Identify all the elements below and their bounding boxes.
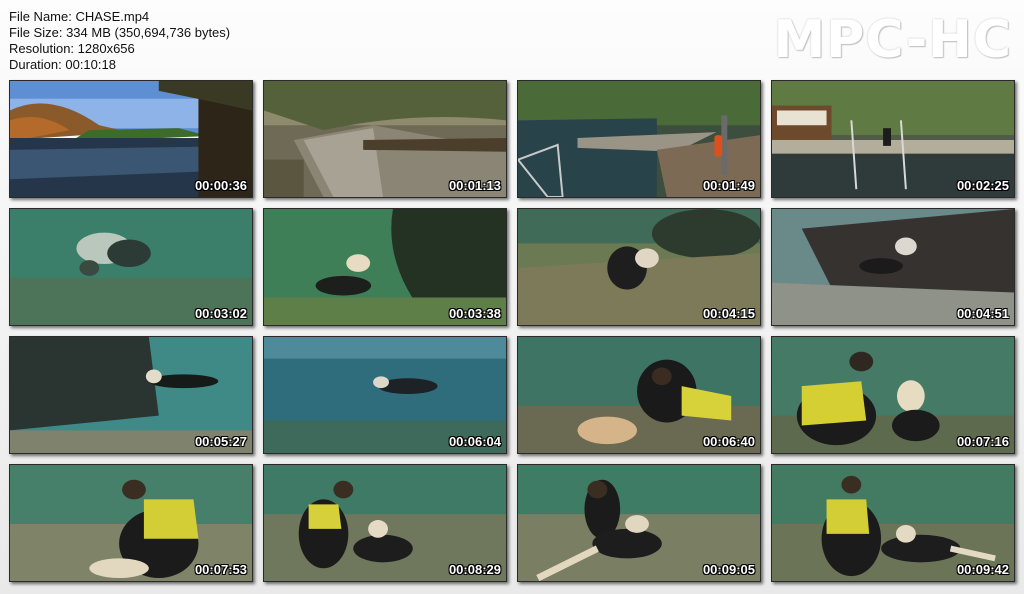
timestamp-label: 00:06:40 bbox=[702, 434, 755, 449]
timestamp-label: 00:01:13 bbox=[448, 178, 501, 193]
timestamp-label: 00:03:38 bbox=[448, 306, 501, 321]
thumbnail-spring-pool[interactable]: 00:01:49 bbox=[517, 80, 761, 198]
thumbnail-underwater-4[interactable]: 00:04:51 bbox=[771, 208, 1015, 326]
timestamp-label: 00:08:29 bbox=[448, 562, 501, 577]
file-info-panel: File Name: CHASE.mp4 File Size: 334 MB (… bbox=[9, 9, 230, 73]
timestamp-label: 00:09:05 bbox=[702, 562, 755, 577]
timestamp-label: 00:04:51 bbox=[956, 306, 1009, 321]
timestamp-label: 00:03:02 bbox=[194, 306, 247, 321]
file-name-line: File Name: CHASE.mp4 bbox=[9, 9, 150, 24]
thumbnail-underwater-1[interactable]: 00:03:02 bbox=[9, 208, 253, 326]
timestamp-label: 00:00:36 bbox=[194, 178, 247, 193]
thumbnail-boardwalk[interactable]: 00:01:13 bbox=[263, 80, 507, 198]
file-size-line: File Size: 334 MB (350,694,736 bytes) bbox=[9, 25, 231, 40]
timestamp-label: 00:07:53 bbox=[194, 562, 247, 577]
thumbnail-underwater-11[interactable]: 00:09:05 bbox=[517, 464, 761, 582]
mpc-hc-logo: MPC-HC bbox=[773, 10, 1012, 70]
thumbnail-underwater-5[interactable]: 00:05:27 bbox=[9, 336, 253, 454]
resolution-line: Resolution: 1280x656 bbox=[9, 41, 135, 56]
thumbnail-underwater-7[interactable]: 00:06:40 bbox=[517, 336, 761, 454]
thumbnail-underwater-6[interactable]: 00:06:04 bbox=[263, 336, 507, 454]
thumbnail-underwater-8[interactable]: 00:07:16 bbox=[771, 336, 1015, 454]
thumbnail-underwater-2[interactable]: 00:03:38 bbox=[263, 208, 507, 326]
thumbnail-underwater-9[interactable]: 00:07:53 bbox=[9, 464, 253, 582]
timestamp-label: 00:06:04 bbox=[448, 434, 501, 449]
duration-line: Duration: 00:10:18 bbox=[9, 57, 116, 72]
thumbnail-underwater-10[interactable]: 00:08:29 bbox=[263, 464, 507, 582]
timestamp-label: 00:01:49 bbox=[702, 178, 755, 193]
thumbnail-underwater-3[interactable]: 00:04:15 bbox=[517, 208, 761, 326]
thumbnail-underwater-12[interactable]: 00:09:42 bbox=[771, 464, 1015, 582]
thumbnail-grid: 00:00:36 00:01:13 00:01:49 00:02:25 00:0… bbox=[9, 80, 1015, 582]
thumbnail-river[interactable]: 00:00:36 bbox=[9, 80, 253, 198]
thumbnail-dock[interactable]: 00:02:25 bbox=[771, 80, 1015, 198]
timestamp-label: 00:04:15 bbox=[702, 306, 755, 321]
timestamp-label: 00:07:16 bbox=[956, 434, 1009, 449]
timestamp-label: 00:09:42 bbox=[956, 562, 1009, 577]
timestamp-label: 00:05:27 bbox=[194, 434, 247, 449]
timestamp-label: 00:02:25 bbox=[956, 178, 1009, 193]
